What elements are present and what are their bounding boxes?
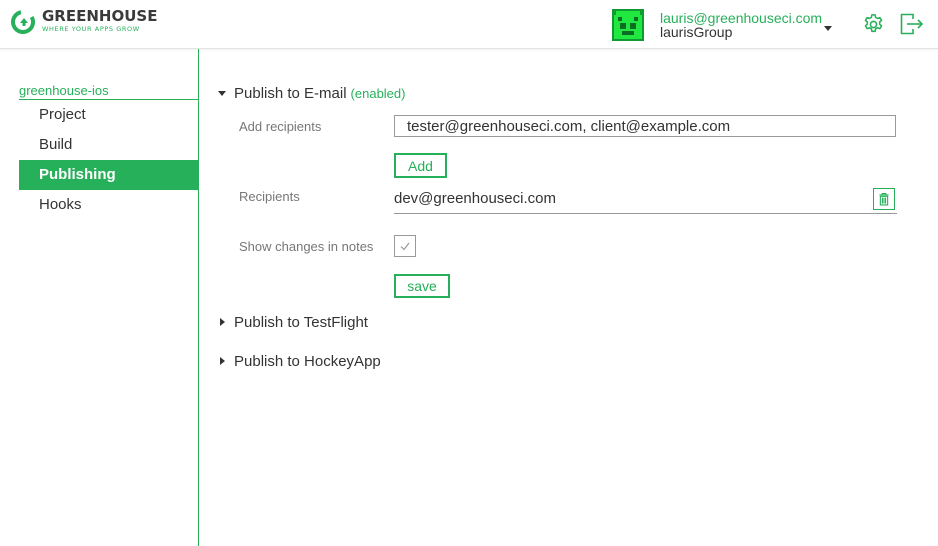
main-content: Publish to E-mail (enabled) Add recipien… (199, 49, 938, 546)
user-group: laurisGroup (660, 24, 733, 40)
save-button[interactable]: save (394, 274, 450, 298)
top-bar: GREENHOUSE WHERE YOUR APPS GROW lauris@g… (0, 0, 938, 49)
trash-icon[interactable] (873, 188, 895, 210)
recipients-label: Recipients (239, 189, 300, 204)
section-hockeyapp-title: Publish to HockeyApp (234, 352, 381, 370)
show-changes-label: Show changes in notes (239, 239, 374, 254)
recipient-email: dev@greenhouseci.com (394, 190, 556, 207)
caret-right-icon (220, 357, 225, 365)
add-recipients-input[interactable] (394, 115, 896, 137)
section-email-header[interactable]: Publish to E-mail (enabled) (218, 83, 405, 103)
sidebar-item-build[interactable]: Build (19, 130, 198, 160)
sidebar: greenhouse-ios Project Build Publishing … (0, 49, 199, 546)
sidebar-item-project[interactable]: Project (19, 100, 198, 130)
logo-name: GREENHOUSE (42, 7, 158, 25)
sidebar-item-publishing[interactable]: Publishing (19, 160, 198, 190)
section-email-title: Publish to E-mail (234, 84, 347, 102)
logo-tagline: WHERE YOUR APPS GROW (42, 25, 140, 33)
sidebar-nav: Project Build Publishing Hooks (19, 100, 198, 220)
add-button[interactable]: Add (394, 153, 447, 178)
avatar-icon[interactable] (612, 9, 644, 41)
greenhouse-logo-icon (11, 10, 35, 34)
sidebar-item-hooks[interactable]: Hooks (19, 190, 198, 220)
caret-down-icon (218, 90, 226, 96)
section-testflight-header[interactable]: Publish to TestFlight (218, 312, 368, 332)
section-hockeyapp-header[interactable]: Publish to HockeyApp (218, 351, 381, 371)
section-testflight-title: Publish to TestFlight (234, 313, 368, 331)
logout-icon[interactable] (900, 13, 924, 35)
add-recipients-label: Add recipients (239, 119, 322, 134)
checkmark-icon (400, 242, 410, 251)
logo[interactable]: GREENHOUSE WHERE YOUR APPS GROW (11, 9, 157, 34)
project-name-link[interactable]: greenhouse-ios (19, 83, 109, 98)
caret-right-icon (220, 318, 225, 326)
gear-icon[interactable] (862, 13, 885, 36)
show-changes-checkbox[interactable] (394, 235, 416, 257)
status-badge: (enabled) (350, 85, 406, 101)
recipient-row: dev@greenhouseci.com (394, 187, 897, 214)
chevron-down-icon[interactable] (824, 26, 832, 31)
